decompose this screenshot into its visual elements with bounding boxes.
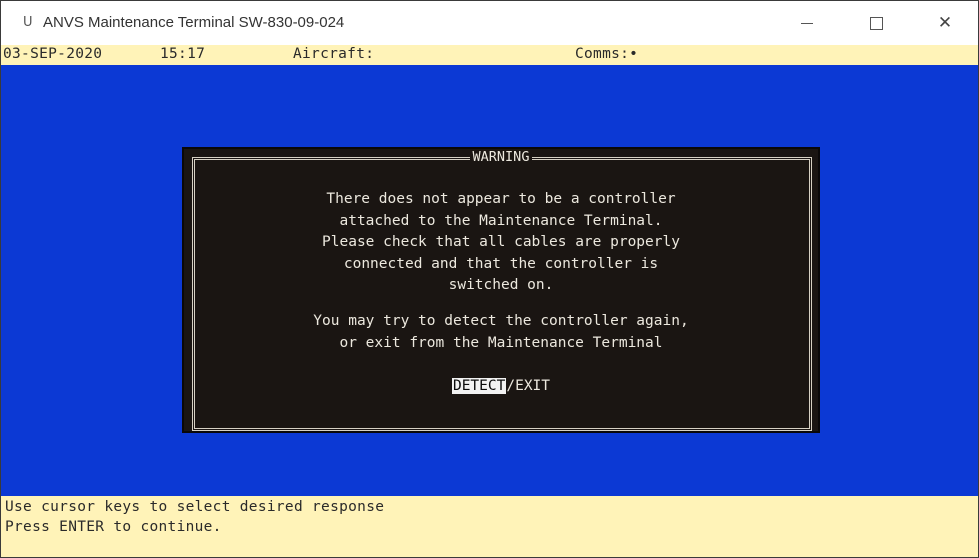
dialog-title: WARNING bbox=[184, 149, 818, 165]
terminal-main-area: WARNING There does not appear to be a co… bbox=[1, 65, 978, 496]
title-bar[interactable]: U ANVS Maintenance Terminal SW-830-09-02… bbox=[1, 1, 978, 45]
status-date: 03-SEP-2020 bbox=[3, 46, 103, 62]
status-comms-label: Comms:• bbox=[575, 46, 639, 62]
app-icon: U bbox=[23, 15, 33, 30]
minimize-button[interactable] bbox=[784, 9, 830, 37]
detect-option[interactable]: DETECT bbox=[451, 378, 507, 394]
message-line: Please check that all cables are properl… bbox=[322, 234, 680, 250]
dialog-title-text: WARNING bbox=[469, 149, 533, 165]
maximize-icon bbox=[869, 17, 883, 30]
message-line: switched on. bbox=[448, 277, 554, 293]
close-icon: ✕ bbox=[937, 13, 953, 33]
help-bar: Use cursor keys to select desired respon… bbox=[1, 496, 978, 557]
message-line: attached to the Maintenance Terminal. bbox=[339, 212, 663, 229]
status-time: 15:17 bbox=[160, 46, 206, 62]
message-line: You may try to detect the controller aga… bbox=[313, 313, 689, 329]
help-text-enter: Press ENTER to continue. bbox=[5, 519, 222, 535]
message-line: or exit from the Maintenance Terminal bbox=[339, 334, 663, 351]
help-text-cursor: Use cursor keys to select desired respon… bbox=[5, 499, 385, 515]
window-title: ANVS Maintenance Terminal SW-830-09-024 bbox=[43, 14, 345, 31]
dialog-message: There does not appear to be a controller… bbox=[184, 189, 818, 297]
choice-separator: / bbox=[506, 378, 516, 394]
message-line: There does not appear to be a controller bbox=[326, 191, 676, 207]
warning-dialog: WARNING There does not appear to be a co… bbox=[184, 149, 818, 431]
dialog-message-options: You may try to detect the controller aga… bbox=[184, 311, 818, 354]
close-button[interactable]: ✕ bbox=[922, 9, 968, 37]
terminal-screen: 03-SEP-2020 15:17 Aircraft: Comms:• WARN… bbox=[1, 45, 978, 557]
status-bar: 03-SEP-2020 15:17 Aircraft: Comms:• bbox=[1, 45, 978, 65]
minimize-icon bbox=[801, 23, 813, 24]
message-line: connected and that the controller is bbox=[343, 255, 659, 272]
status-aircraft-label: Aircraft: bbox=[293, 46, 375, 62]
dialog-choices: DETECT/EXIT bbox=[184, 375, 818, 397]
terminal-window: U ANVS Maintenance Terminal SW-830-09-02… bbox=[0, 0, 979, 558]
maximize-button[interactable] bbox=[853, 9, 899, 37]
exit-option[interactable]: EXIT bbox=[515, 378, 550, 394]
